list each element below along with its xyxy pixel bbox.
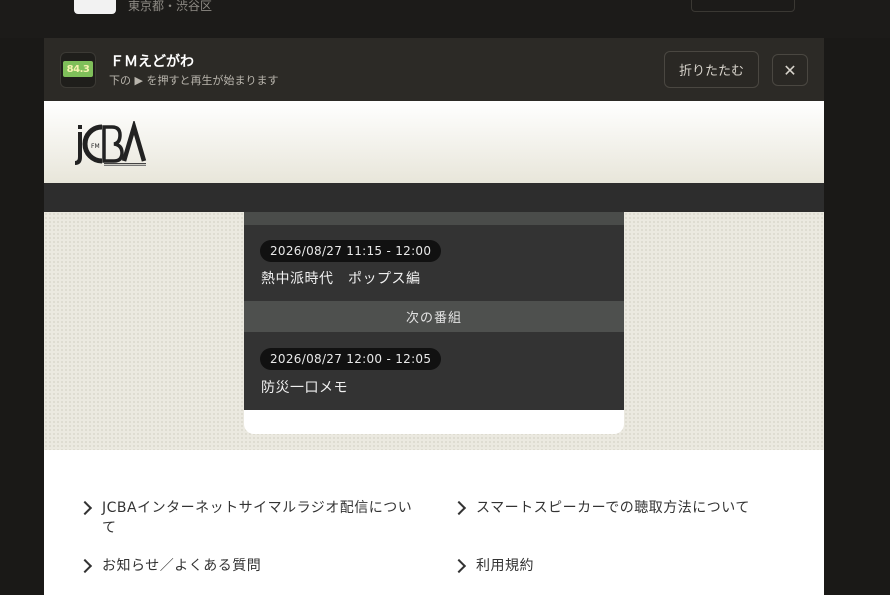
footer-links: JCBAインターネットサイマルラジオ配信について スマートスピーカーでの聴取方法… xyxy=(44,450,824,595)
chevron-right-icon xyxy=(451,500,467,516)
player-overlay: 84.3 ＦＭえどがわ 下の ▶ を押すと再生が始まります 折りたたむ ✕ FM xyxy=(44,38,824,595)
background-location-text: 東京都・渋谷区 xyxy=(128,0,213,13)
station-logo-text: 84.3 xyxy=(66,63,90,75)
link-label: 利用規約 xyxy=(476,558,534,574)
link-smart-speaker[interactable]: スマートスピーカーでの聴取方法について xyxy=(451,498,794,518)
link-label: スマートスピーカーでの聴取方法について xyxy=(476,500,750,516)
navigation-strip xyxy=(44,183,824,212)
close-button[interactable]: ✕ xyxy=(772,54,808,86)
svg-text:FM: FM xyxy=(91,143,100,150)
collapse-button[interactable]: 折りたたむ xyxy=(664,51,759,88)
program-list: 2026/08/27 11:15 - 12:00 熱中派時代 ポップス編 次の番… xyxy=(244,212,624,410)
link-label: JCBAインターネットサイマルラジオ配信について xyxy=(102,500,413,536)
chevron-right-icon xyxy=(451,558,467,574)
background-button xyxy=(691,0,795,12)
station-logo-badge: 84.3 xyxy=(63,61,93,77)
station-logo: 84.3 xyxy=(60,52,96,88)
current-program-title: 熱中派時代 ポップス編 xyxy=(261,271,421,287)
play-hint: 下の ▶ を押すと再生が始まります xyxy=(109,74,279,87)
link-terms[interactable]: 利用規約 xyxy=(451,556,794,576)
link-label: お知らせ／よくある質問 xyxy=(102,558,262,574)
background-right xyxy=(824,38,890,595)
link-simulradio-info[interactable]: JCBAインターネットサイマルラジオ配信について xyxy=(77,498,420,538)
background-thumbnail xyxy=(74,0,116,14)
brand-header: FM xyxy=(44,101,824,183)
close-icon: ✕ xyxy=(783,60,797,80)
station-name: ＦＭえどがわ xyxy=(110,54,194,70)
next-program-title: 防災一口メモ xyxy=(261,380,348,396)
player-bar: 84.3 ＦＭえどがわ 下の ▶ を押すと再生が始まります 折りたたむ ✕ xyxy=(44,38,824,101)
chevron-right-icon xyxy=(77,500,93,516)
chevron-right-icon xyxy=(77,558,93,574)
link-news-faq[interactable]: お知らせ／よくある質問 xyxy=(77,556,420,576)
background-left xyxy=(0,38,44,595)
jcba-logo[interactable]: FM xyxy=(74,121,154,167)
next-program-heading: 次の番組 xyxy=(244,301,624,332)
program-card: 2026/08/27 11:15 - 12:00 熱中派時代 ポップス編 次の番… xyxy=(244,212,624,434)
current-program-time: 2026/08/27 11:15 - 12:00 xyxy=(260,240,442,262)
current-program-heading xyxy=(244,212,624,225)
next-program-time: 2026/08/27 12:00 - 12:05 xyxy=(260,348,442,370)
